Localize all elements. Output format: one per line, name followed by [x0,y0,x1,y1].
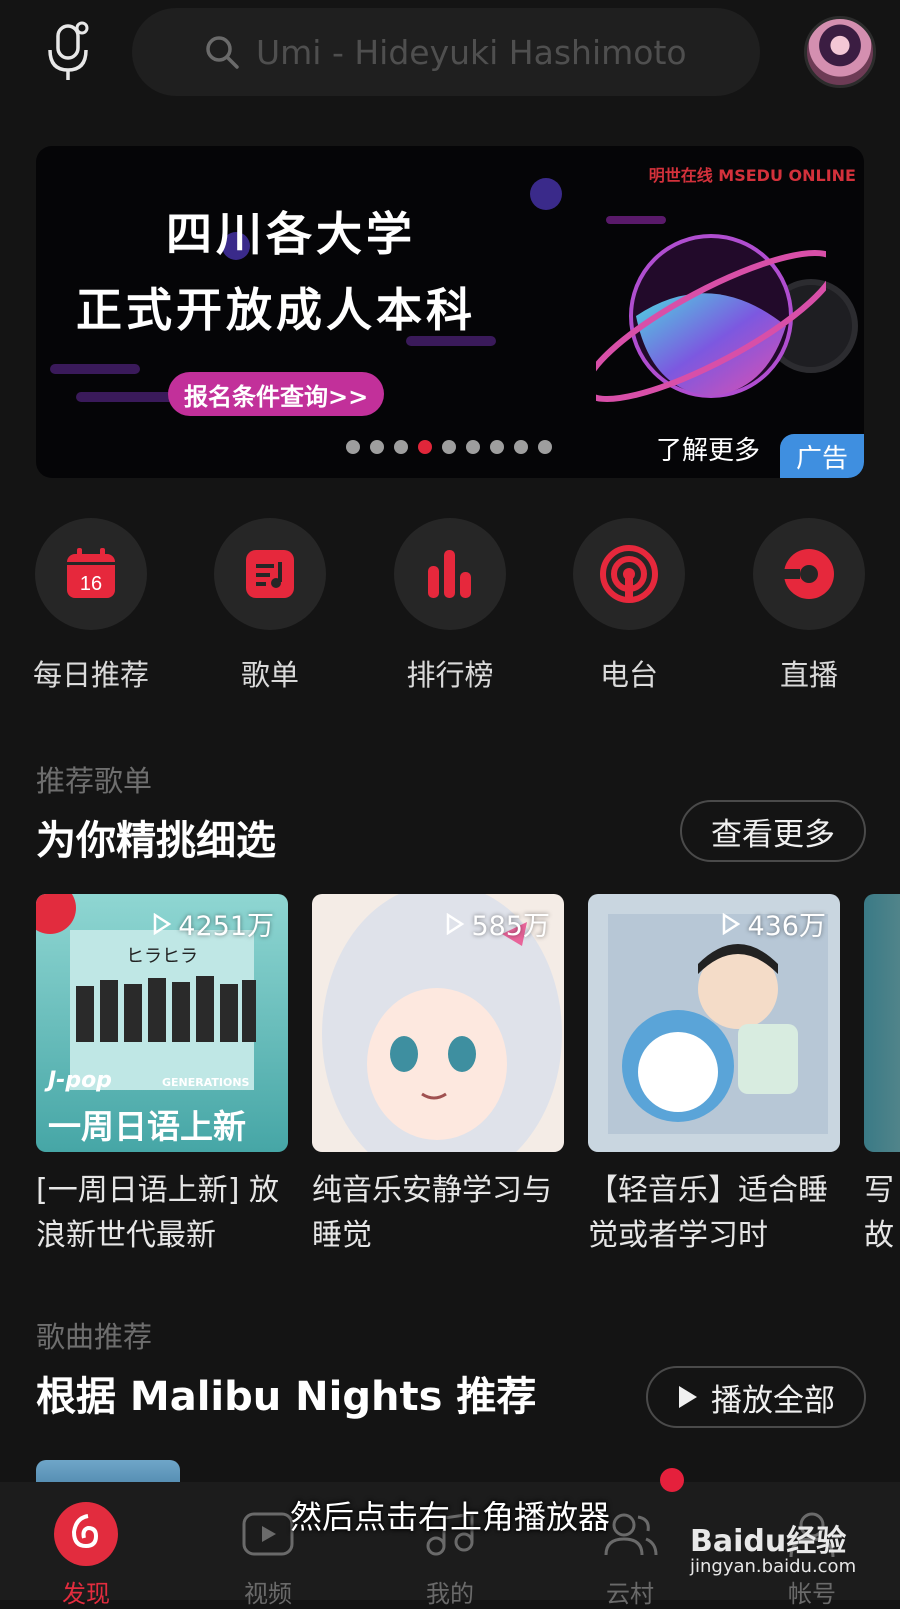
banner-pagination [346,440,552,454]
tab-label: 视频 [244,1580,292,1608]
pagination-dot[interactable] [538,440,552,454]
chart-icon [428,550,471,598]
cover-kana: ヒラヒラ [126,946,198,967]
radio-icon [600,545,658,603]
tab-label: 帐号 [788,1580,836,1608]
playlist-cover: 436万 [588,894,840,1152]
playlist-cover: ヒラヒラ J-pop GENERATIONS 一周日语上新 4251万 [36,894,288,1152]
quick-label: 每日推荐 [32,658,149,692]
quick-charts[interactable]: 排行榜 [375,518,525,694]
play-count-icon [447,912,465,935]
calendar-day: 16 [80,573,102,595]
playlist-title: 写故 [864,1173,894,1253]
play-count: 4251万 [152,904,274,943]
playlist-cover: 585万 [312,894,564,1152]
pagination-dot[interactable] [490,440,504,454]
playlist-section-title: 为你精挑细选 [36,818,276,864]
tab-label: 发现 [62,1580,110,1608]
playlist-card[interactable]: 436万 【轻音乐】适合睡觉或者学习时 [588,894,840,1258]
quick-label: 直播 [779,658,838,692]
pagination-dot[interactable] [466,440,480,454]
user-avatar[interactable] [804,16,876,88]
play-all-label: 播放全部 [711,1382,835,1419]
quick-radio[interactable]: 电台 [554,518,704,694]
see-more-button[interactable]: 查看更多 [680,800,866,862]
quick-label: 歌单 [240,658,299,692]
playlist-title: [一周日语上新] 放浪新世代最新 [36,1173,279,1253]
pagination-dot[interactable] [514,440,528,454]
play-icon [679,1386,697,1408]
banner-cta-button[interactable]: 报名条件查询>> [168,372,385,416]
playlist-card[interactable]: ヒラヒラ J-pop GENERATIONS 一周日语上新 4251万 [一周日… [36,894,288,1258]
cover-title: 一周日语上新 [48,1107,246,1146]
playlist-card[interactable]: 写故 [864,894,900,1258]
playlist-section-subtitle: 推荐歌单 [36,764,153,798]
promo-banner[interactable]: 明世在线 MSEDU ONLINE 四川各大学 正式开放成人本科 报名条件查询>… [36,146,864,478]
baidu-watermark: Baidu经验 [690,1524,847,1559]
playlist-carousel: ヒラヒラ J-pop GENERATIONS 一周日语上新 4251万 [一周日… [36,894,900,1264]
ad-tag: 广告 [780,434,864,478]
play-all-button[interactable]: 播放全部 [646,1366,866,1428]
playlist-icon [246,550,294,598]
quick-live[interactable]: 直播 [734,518,884,694]
search-icon [206,36,239,69]
search-input[interactable] [254,31,728,73]
quick-playlist[interactable]: 歌单 [195,518,345,694]
banner-brand-logo: 明世在线 MSEDU ONLINE [648,166,856,185]
pagination-dot[interactable] [394,440,408,454]
live-icon [780,549,834,599]
pagination-dot[interactable] [442,440,456,454]
song-section-subtitle: 歌曲推荐 [36,1320,153,1354]
pagination-dot-active[interactable] [418,440,432,454]
play-count: 585万 [445,904,550,943]
cover-artist: GENERATIONS [162,1076,250,1089]
cover-genre: J-pop [48,1068,112,1093]
quick-entry-row: 16 每日推荐 歌单 排行榜 电台 直播 [0,518,900,698]
planet-illustration [596,234,826,403]
play-count-icon [723,912,741,935]
play-count: 436万 [721,904,826,943]
playlist-title: 【轻音乐】适合睡觉或者学习时 [588,1173,828,1253]
top-bar [0,0,900,110]
search-bar[interactable] [132,8,760,96]
playlist-title: 纯音乐安静学习与睡觉 [312,1173,552,1253]
tab-label: 云村 [606,1580,654,1608]
play-count-icon [154,912,172,935]
pagination-dot[interactable] [346,440,360,454]
tab-label: 我的 [426,1580,474,1608]
quick-daily-recommend[interactable]: 16 每日推荐 [16,518,166,694]
microphone-icon[interactable] [44,20,96,84]
quick-label: 电台 [599,658,658,692]
baidu-watermark-url: jingyan.baidu.com [690,1556,857,1577]
song-section-title: 根据 Malibu Nights 推荐 [36,1374,537,1420]
calendar-icon: 16 [67,548,115,598]
banner-learn-more[interactable]: 了解更多 [656,430,760,467]
banner-headline-1: 四川各大学 [166,207,416,261]
playlist-card[interactable]: 585万 纯音乐安静学习与睡觉 [312,894,564,1258]
pagination-dot[interactable] [370,440,384,454]
playlist-cover [864,894,900,1152]
notification-badge [660,1468,684,1492]
banner-headline-2: 正式开放成人本科 [76,283,476,337]
quick-label: 排行榜 [406,658,494,692]
